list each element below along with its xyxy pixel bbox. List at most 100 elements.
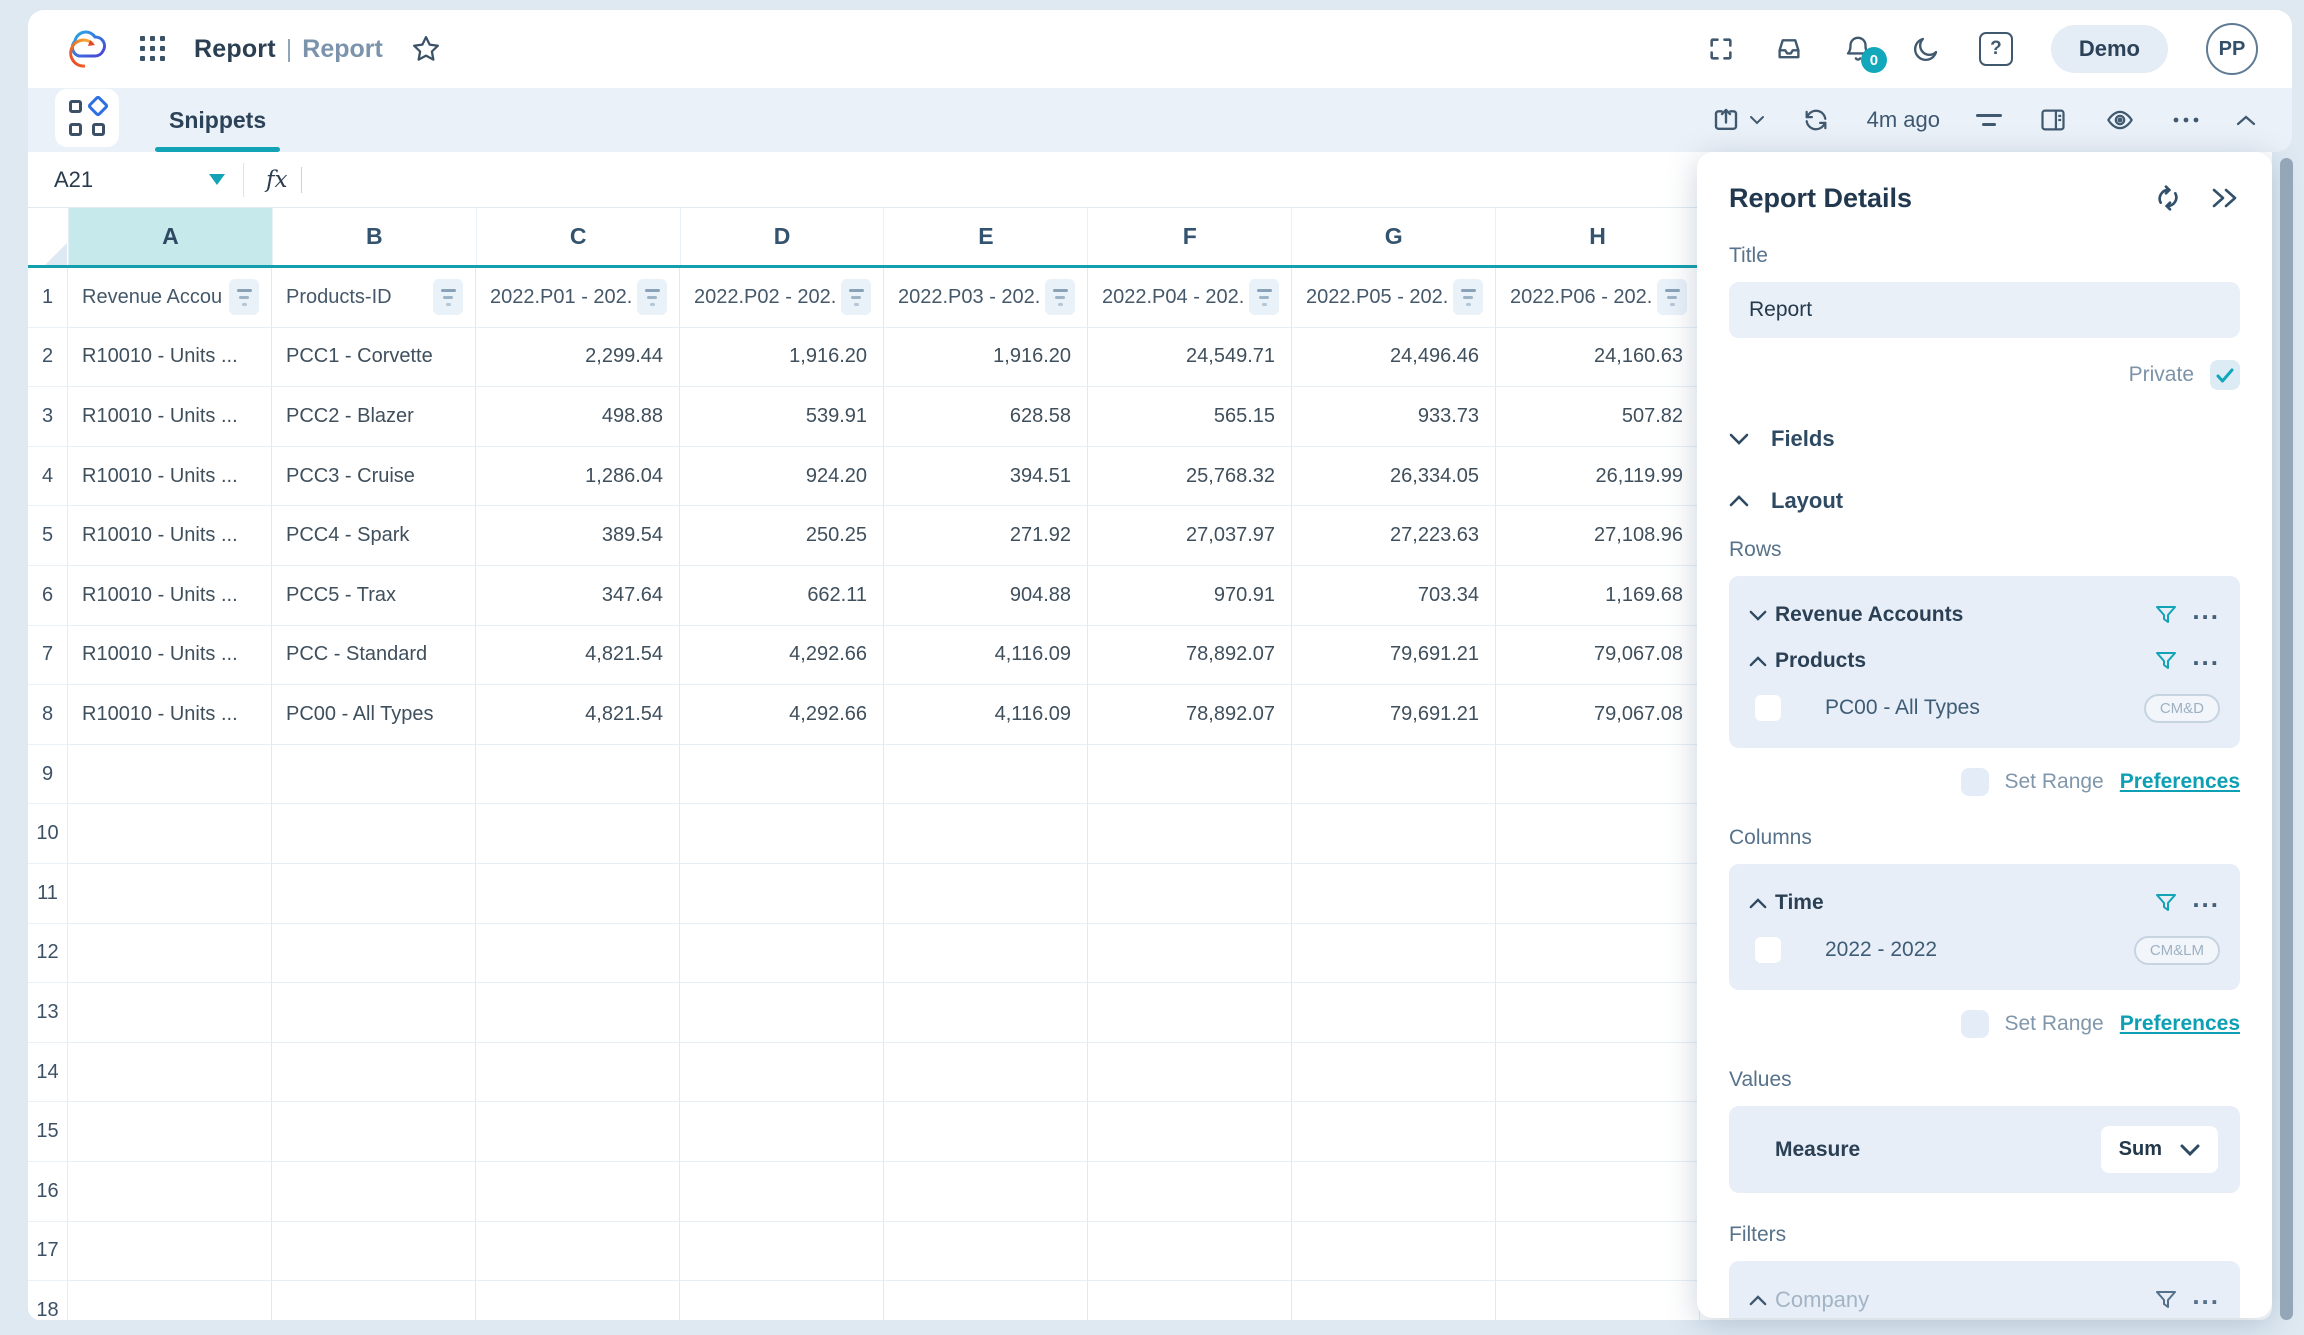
help-icon[interactable]: ? — [1979, 32, 2013, 66]
cell[interactable]: 4,292.66 — [680, 685, 884, 745]
row-number[interactable]: 18 — [28, 1281, 68, 1320]
cell[interactable]: 78,892.07 — [1088, 626, 1292, 686]
user-avatar[interactable]: PP — [2206, 23, 2258, 75]
inbox-icon[interactable] — [1773, 34, 1805, 64]
cell[interactable] — [680, 1043, 884, 1103]
cell[interactable] — [476, 1162, 680, 1222]
cell[interactable]: 4,821.54 — [476, 685, 680, 745]
column-header-d[interactable]: D — [681, 208, 885, 265]
cell-reference-dropdown[interactable]: A21 — [28, 167, 243, 193]
set-range-checkbox[interactable] — [1961, 1010, 1989, 1038]
cell[interactable] — [272, 864, 476, 924]
cell[interactable] — [884, 1162, 1088, 1222]
cell[interactable]: PCC3 - Cruise — [272, 447, 476, 507]
dark-mode-moon-icon[interactable] — [1911, 34, 1941, 64]
cell[interactable]: 539.91 — [680, 387, 884, 447]
cell[interactable] — [272, 745, 476, 805]
cell[interactable]: 4,116.09 — [884, 685, 1088, 745]
filter-funnel-icon[interactable] — [2154, 603, 2178, 627]
cell[interactable]: 27,223.63 — [1292, 506, 1496, 566]
cell[interactable]: 1,916.20 — [680, 328, 884, 388]
row-number[interactable]: 10 — [28, 804, 68, 864]
cell[interactable]: R10010 - Units ... — [68, 328, 272, 388]
cell[interactable] — [272, 1043, 476, 1103]
cell[interactable] — [476, 1281, 680, 1320]
cell[interactable] — [680, 983, 884, 1043]
cell[interactable]: PC00 - All Types — [272, 685, 476, 745]
cell[interactable] — [680, 1281, 884, 1320]
cell[interactable] — [476, 983, 680, 1043]
snippets-grid-icon[interactable] — [55, 89, 119, 147]
cell[interactable]: 565.15 — [1088, 387, 1292, 447]
cell[interactable]: 347.64 — [476, 566, 680, 626]
collapse-toolbar-chevron-icon[interactable] — [2236, 114, 2256, 126]
column-header-g[interactable]: G — [1292, 208, 1496, 265]
row-number[interactable]: 11 — [28, 864, 68, 924]
cell[interactable] — [476, 745, 680, 805]
cell[interactable] — [1088, 983, 1292, 1043]
report-title-input[interactable] — [1729, 282, 2240, 338]
cell[interactable]: PCC2 - Blazer — [272, 387, 476, 447]
column-header-a[interactable]: A — [69, 208, 273, 265]
cell[interactable] — [1496, 745, 1700, 805]
fullscreen-icon[interactable] — [1707, 35, 1735, 63]
cell[interactable]: 662.11 — [680, 566, 884, 626]
cell[interactable] — [476, 1222, 680, 1282]
row-number[interactable]: 8 — [28, 685, 68, 745]
cell[interactable] — [884, 745, 1088, 805]
cell[interactable]: 25,768.32 — [1088, 447, 1292, 507]
section-layout[interactable]: Layout — [1729, 488, 2240, 514]
row-number[interactable]: 2 — [28, 328, 68, 388]
cell[interactable] — [68, 864, 272, 924]
cell[interactable] — [272, 1222, 476, 1282]
cell[interactable] — [1088, 1102, 1292, 1162]
cell[interactable]: 79,691.21 — [1292, 626, 1496, 686]
cell[interactable] — [68, 1102, 272, 1162]
column-filter-icon[interactable] — [637, 279, 667, 315]
cell[interactable] — [1496, 924, 1700, 984]
cell[interactable]: PCC5 - Trax — [272, 566, 476, 626]
cell[interactable] — [1088, 924, 1292, 984]
formula-input[interactable] — [301, 167, 302, 193]
cell[interactable]: 904.88 — [884, 566, 1088, 626]
cell[interactable]: 2022.P05 - 202... — [1292, 268, 1496, 328]
cell[interactable]: 27,108.96 — [1496, 506, 1700, 566]
refresh-icon[interactable] — [1801, 106, 1831, 134]
cell[interactable] — [476, 804, 680, 864]
cell[interactable] — [476, 1043, 680, 1103]
cell[interactable]: 2022.P04 - 202... — [1088, 268, 1292, 328]
cell[interactable] — [1496, 1043, 1700, 1103]
cell[interactable] — [1292, 1222, 1496, 1282]
cell[interactable] — [884, 864, 1088, 924]
column-header-c[interactable]: C — [477, 208, 681, 265]
cell[interactable]: R10010 - Units ... — [68, 506, 272, 566]
cell[interactable]: R10010 - Units ... — [68, 566, 272, 626]
dimension-company[interactable]: Company ... — [1749, 1277, 2220, 1318]
cell[interactable] — [1496, 1222, 1700, 1282]
cell[interactable] — [1496, 1162, 1700, 1222]
row-number[interactable]: 7 — [28, 626, 68, 686]
column-filter-icon[interactable] — [1657, 279, 1687, 315]
cell[interactable]: 24,496.46 — [1292, 328, 1496, 388]
cell[interactable] — [1292, 804, 1496, 864]
preview-eye-icon[interactable] — [2104, 106, 2136, 134]
cell[interactable]: 628.58 — [884, 387, 1088, 447]
row-number[interactable]: 6 — [28, 566, 68, 626]
notifications-bell-icon[interactable]: 0 — [1843, 33, 1873, 65]
cell[interactable]: 24,160.63 — [1496, 328, 1700, 388]
cell[interactable]: 2,299.44 — [476, 328, 680, 388]
private-checkbox[interactable] — [2210, 360, 2240, 390]
aggregation-select[interactable]: Sum — [2101, 1126, 2218, 1173]
row-number[interactable]: 1 — [28, 268, 68, 328]
cell[interactable]: PCC1 - Corvette — [272, 328, 476, 388]
column-header-h[interactable]: H — [1496, 208, 1700, 265]
cell[interactable]: 79,067.08 — [1496, 685, 1700, 745]
row-number[interactable]: 5 — [28, 506, 68, 566]
cell[interactable] — [1088, 864, 1292, 924]
cell[interactable] — [1292, 1162, 1496, 1222]
cell[interactable] — [476, 864, 680, 924]
dimension-products[interactable]: Products ... — [1749, 638, 2220, 684]
cell[interactable] — [680, 1102, 884, 1162]
vertical-scrollbar[interactable] — [2280, 158, 2293, 1320]
cell[interactable] — [884, 924, 1088, 984]
